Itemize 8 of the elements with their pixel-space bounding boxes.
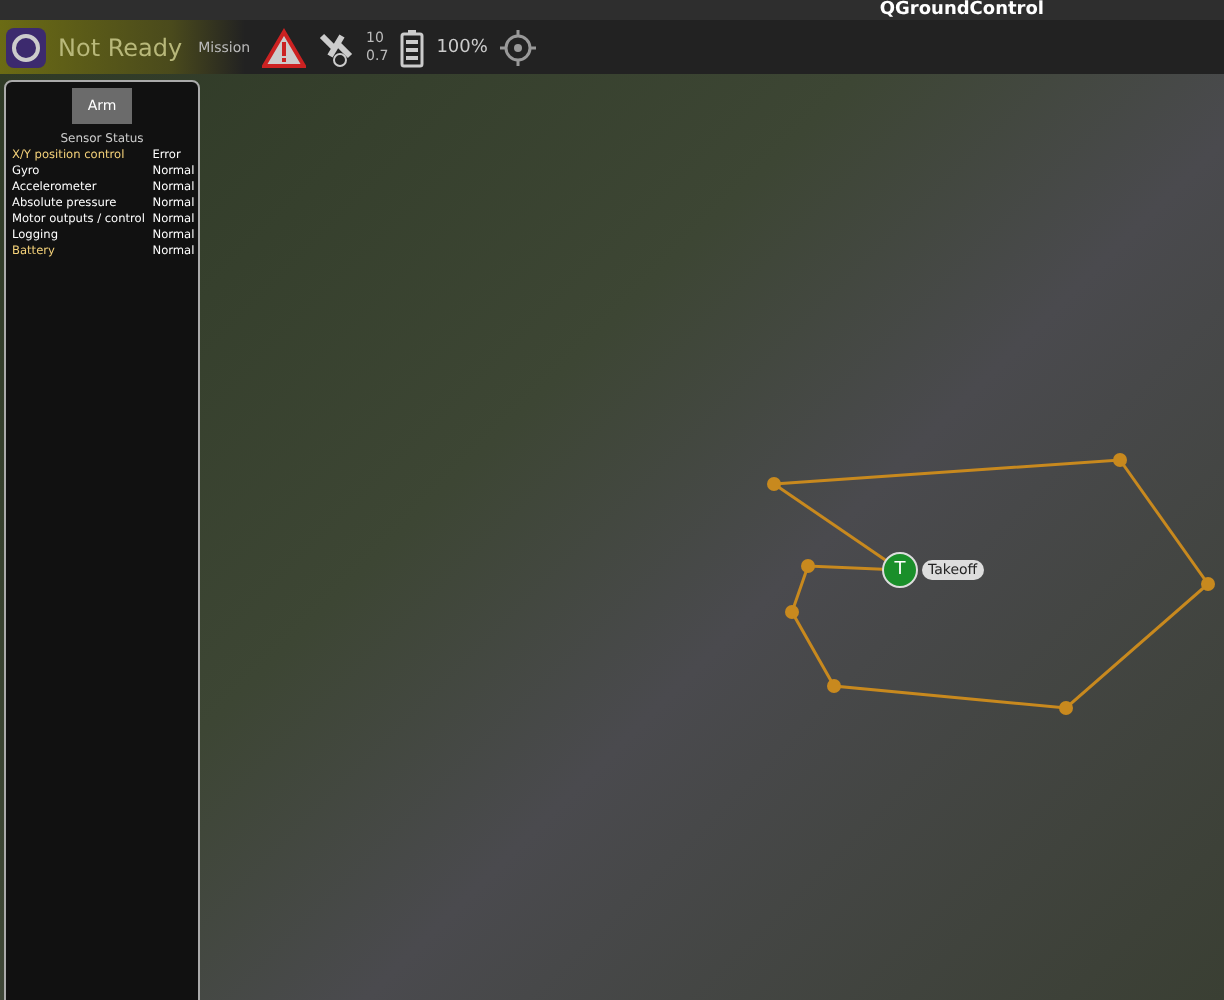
crosshair-icon[interactable]: [499, 29, 536, 65]
warning-icon[interactable]: [262, 27, 307, 67]
vehicle-status[interactable]: Not Ready: [58, 33, 183, 61]
app-logo-icon[interactable]: [6, 27, 46, 67]
battery-percent: 100%: [436, 37, 488, 57]
takeoff-marker[interactable]: T: [882, 552, 918, 588]
battery-icon[interactable]: [400, 27, 425, 67]
window-title: QGroundControl: [879, 0, 1044, 20]
